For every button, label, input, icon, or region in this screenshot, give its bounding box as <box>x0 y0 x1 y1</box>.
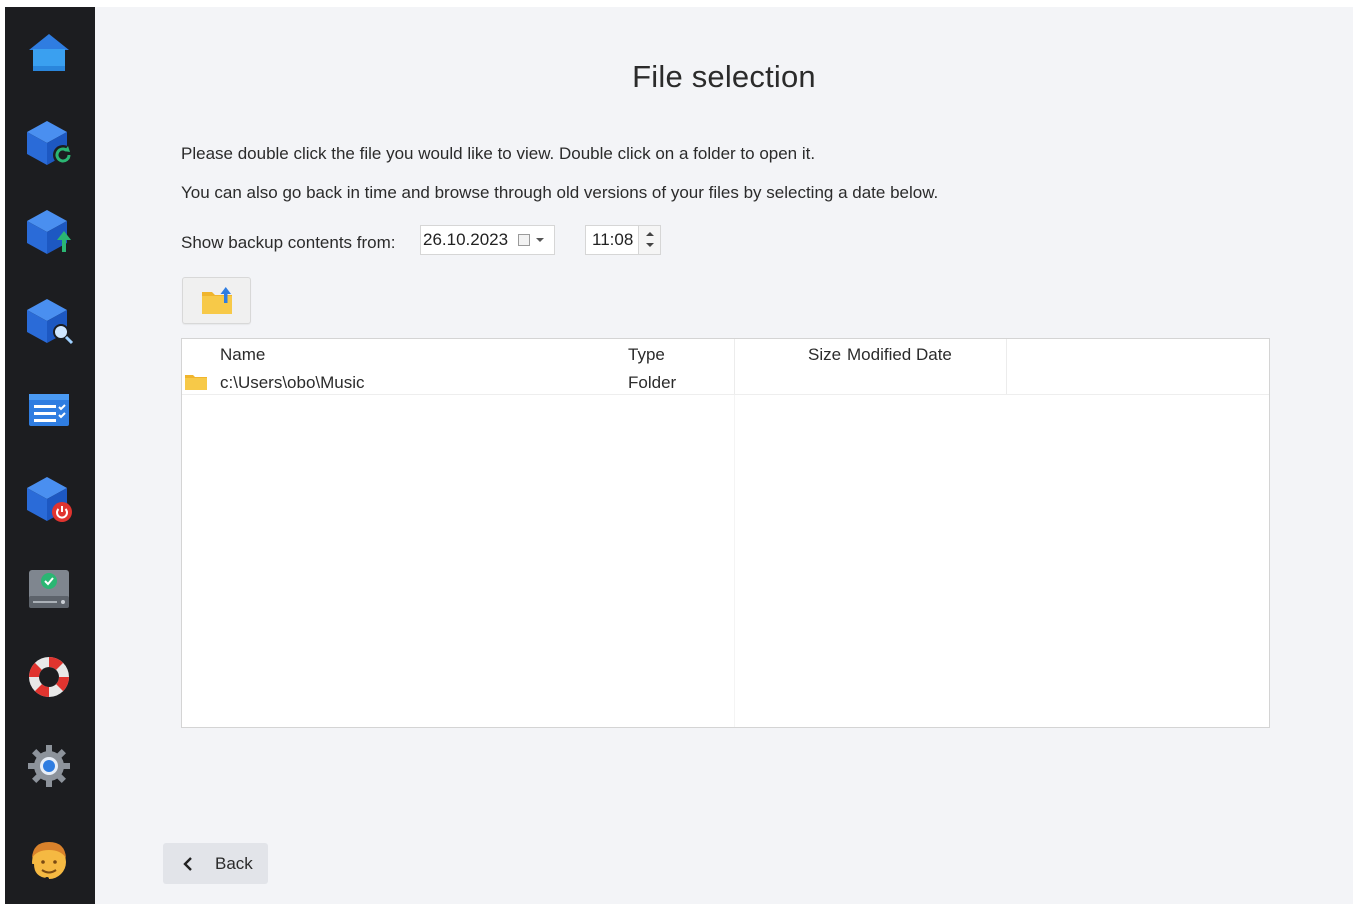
column-header-type[interactable]: Type <box>628 345 665 365</box>
page-title: File selection <box>632 59 816 94</box>
backup-date-value: 26.10.2023 <box>423 230 509 249</box>
cell-type: Folder <box>628 373 677 392</box>
folder-up-icon <box>201 286 232 314</box>
column-guide <box>734 395 735 727</box>
sidebar-item-tasks[interactable] <box>20 381 78 439</box>
sidebar-item-settings[interactable] <box>20 737 78 795</box>
drive-check-icon <box>29 570 69 608</box>
table-header: Name Type Size Modified Date <box>182 339 1269 367</box>
instruction-text-secondary: You can also go back in time and browse … <box>181 183 939 202</box>
calendar-icon[interactable] <box>518 234 530 246</box>
column-header-name[interactable]: Name <box>220 345 265 365</box>
sidebar-item-help[interactable] <box>20 648 78 706</box>
sidebar-item-drive[interactable] <box>20 559 78 617</box>
backup-upload-icon <box>27 210 71 254</box>
column-header-size[interactable]: Size <box>808 345 841 365</box>
home-icon <box>29 34 69 71</box>
table-row[interactable]: c:\Users\obo\Music Folder <box>182 367 1269 395</box>
backup-date-picker[interactable]: 26.10.2023 <box>420 225 555 255</box>
backup-power-icon <box>27 477 72 522</box>
settings-gear-icon <box>28 745 70 787</box>
sidebar-item-account[interactable] <box>20 831 78 889</box>
user-avatar-icon <box>32 842 66 881</box>
parent-folder-button[interactable] <box>182 277 251 324</box>
back-button[interactable]: Back <box>163 843 268 884</box>
chevron-down-icon[interactable] <box>536 238 544 242</box>
instruction-text: Please double click the file you would l… <box>181 144 816 163</box>
backup-selector: Show backup contents from: 26.10.2023 11… <box>181 225 661 257</box>
sidebar-item-shutdown[interactable] <box>20 470 78 528</box>
sidebar-item-browse[interactable] <box>20 292 78 350</box>
time-spinner[interactable] <box>638 226 660 254</box>
sidebar-item-restore[interactable] <box>20 114 78 172</box>
task-list-icon <box>29 394 69 426</box>
folder-icon <box>185 375 207 390</box>
sidebar <box>5 7 95 904</box>
backup-search-icon <box>27 299 74 345</box>
file-table: Name Type Size Modified Date c:\Users\ob… <box>181 338 1270 728</box>
backup-time-picker[interactable]: 11:08 <box>585 225 661 255</box>
lifebuoy-icon <box>29 657 69 697</box>
sidebar-item-backup[interactable] <box>20 203 78 261</box>
backup-restore-icon <box>27 121 73 165</box>
spin-down-icon[interactable] <box>646 243 654 247</box>
cell-name: c:\Users\obo\Music <box>220 373 365 392</box>
column-header-modified[interactable]: Modified Date <box>847 345 952 365</box>
spin-up-icon[interactable] <box>646 232 654 236</box>
back-button-label: Back <box>215 854 253 873</box>
chevron-left-icon <box>183 857 192 871</box>
sidebar-item-home[interactable] <box>20 25 78 83</box>
backup-selector-label: Show backup contents from: <box>181 233 396 252</box>
backup-time-value: 11:08 <box>592 230 634 249</box>
app-window: File selection Please double click the f… <box>5 7 1353 904</box>
